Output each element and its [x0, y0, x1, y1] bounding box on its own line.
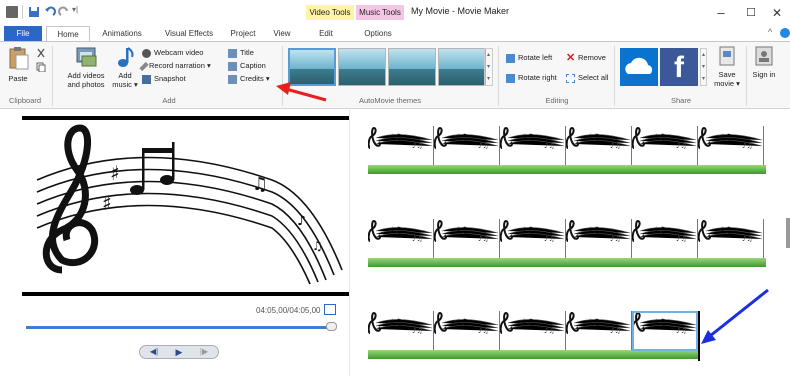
- annotation-overlay: [276, 82, 769, 344]
- red-arrowhead: [276, 82, 291, 95]
- red-annotation-arrow: [285, 87, 327, 102]
- blue-annotation-arrow: [709, 288, 769, 338]
